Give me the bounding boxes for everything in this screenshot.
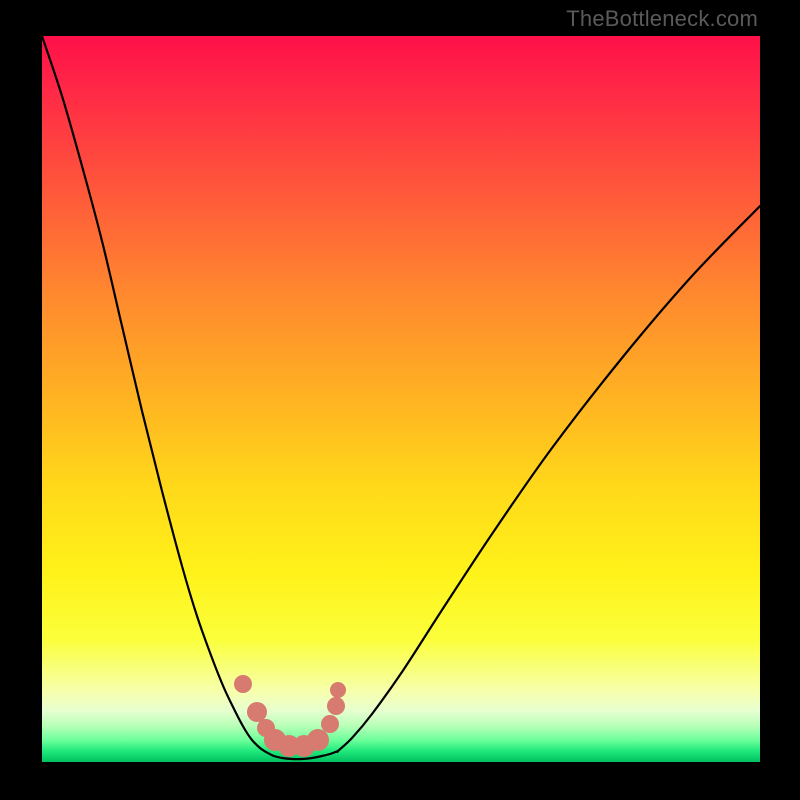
trough-marker xyxy=(307,729,329,751)
bottleneck-curve xyxy=(42,36,760,762)
chart-frame: TheBottleneck.com xyxy=(0,0,800,800)
trough-marker xyxy=(234,675,252,693)
plot-area xyxy=(42,36,760,762)
trough-marker xyxy=(247,702,267,722)
watermark-text: TheBottleneck.com xyxy=(566,6,758,32)
curve-line xyxy=(42,36,760,759)
trough-marker xyxy=(321,715,339,733)
trough-marker xyxy=(330,682,346,698)
trough-marker xyxy=(327,697,345,715)
